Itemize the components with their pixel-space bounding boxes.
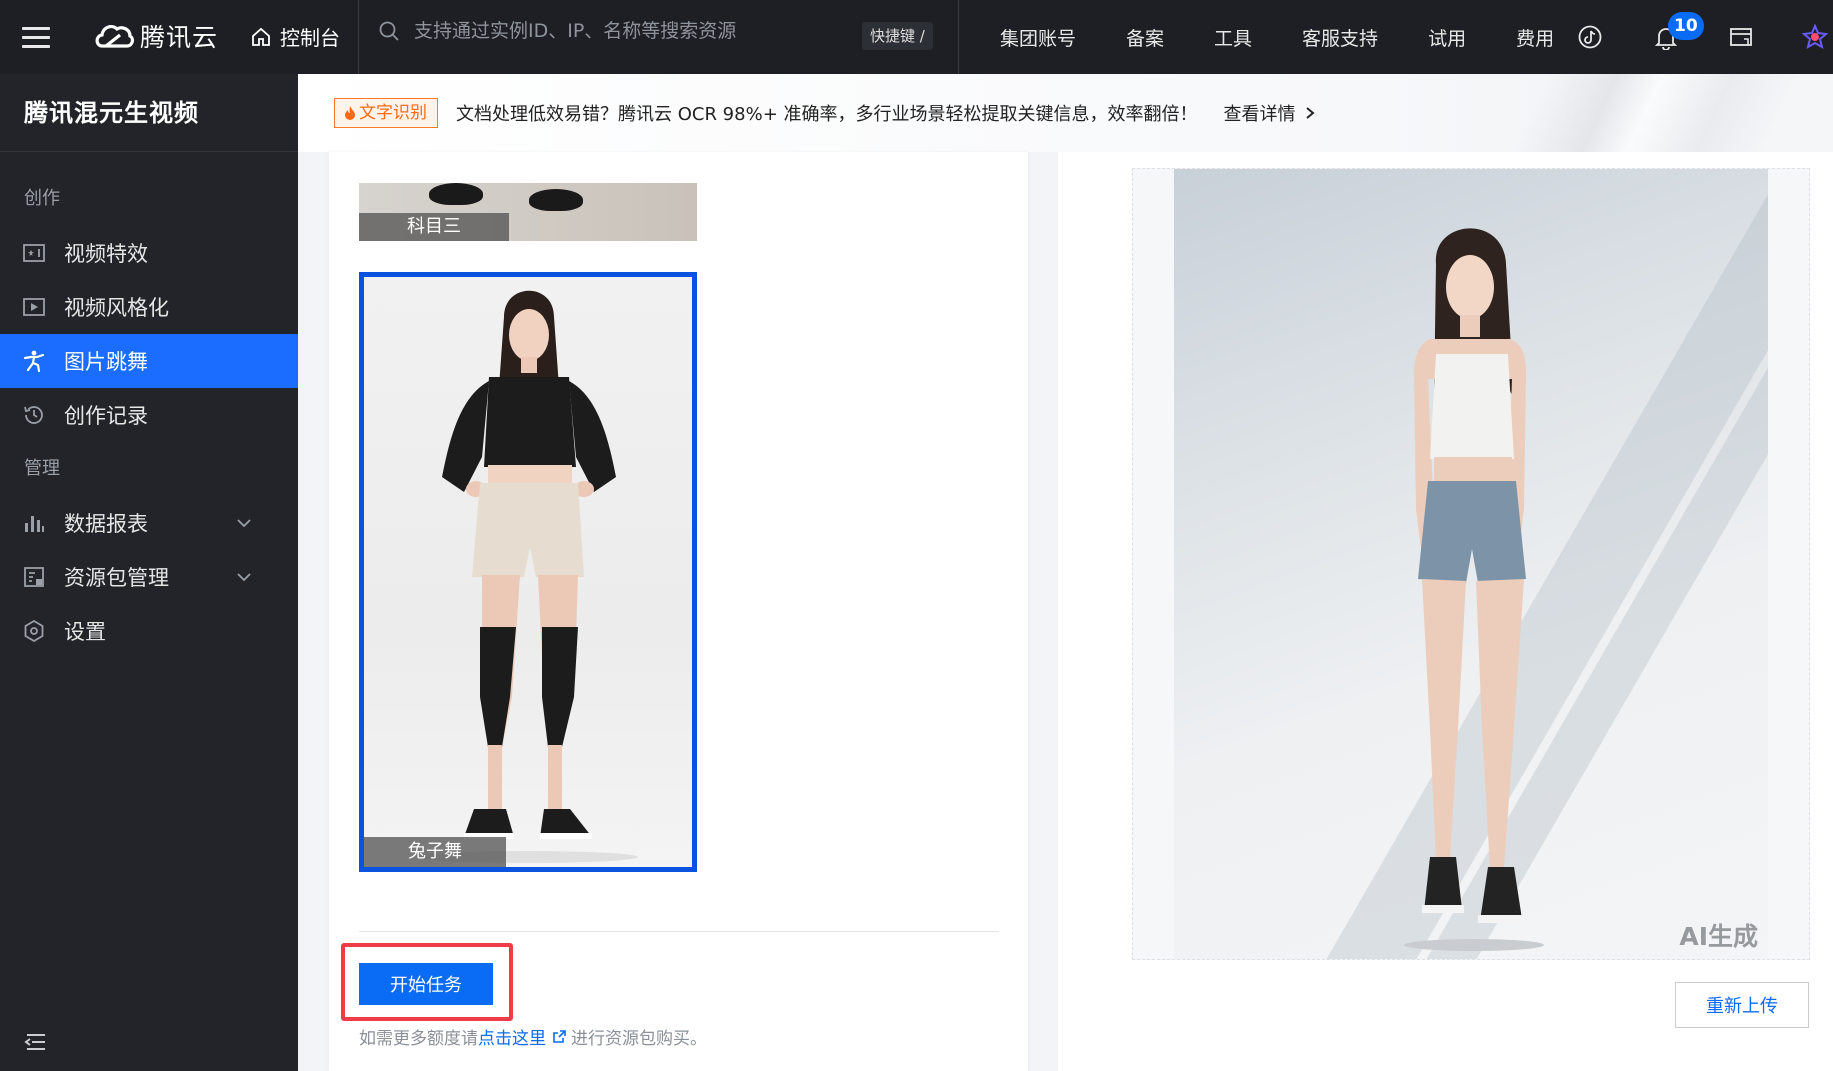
banner-tag: 文字识别 [334, 98, 438, 128]
video-effects-icon [23, 244, 45, 262]
quota-suffix: 进行资源包购买。 [571, 1029, 707, 1049]
buy-package-label: 点击这里 [478, 1029, 546, 1049]
banner-message: 文档处理低效易错？腾讯云 OCR 98%+ 准确率，多行业场景轻松提取关键信息，… [456, 104, 1198, 125]
dancer-illustration [418, 290, 638, 863]
cloud-logo-icon [95, 24, 134, 48]
nav-trial[interactable]: 试用 [1428, 24, 1466, 51]
banner-decoration [1413, 74, 1833, 152]
nav-group-account[interactable]: 集团账号 [1000, 24, 1076, 51]
dance-figure-icon [23, 350, 45, 373]
tencent-cloud-logo[interactable]: 腾讯云 [94, 18, 218, 54]
sidebar-item-image-dance[interactable]: 图片跳舞 [0, 334, 298, 388]
sidebar-item-video-effects[interactable]: 视频特效 [0, 226, 298, 280]
chevron-down-icon [237, 519, 251, 528]
nav-tools[interactable]: 工具 [1214, 24, 1252, 51]
sidebar-item-video-stylize[interactable]: 视频风格化 [0, 280, 298, 334]
sidebar-item-label: 视频风格化 [64, 296, 169, 320]
sidebar-item-reports[interactable]: 数据报表 [0, 496, 298, 550]
template-panel: 科目三 兔子舞 开始任务 如需更多额度请 点击这里 进行资源包购买。 [329, 152, 1028, 1071]
chevron-down-icon [237, 573, 251, 582]
reupload-button[interactable]: 重新上传 [1675, 982, 1809, 1028]
template-card-bunny-dance[interactable]: 兔子舞 [359, 272, 697, 872]
uploaded-photo: AI生成 [1174, 169, 1768, 959]
banner-tag-label: 文字识别 [359, 103, 427, 123]
shoe-shape [429, 183, 483, 205]
external-link-icon [553, 1030, 566, 1043]
quota-prefix: 如需更多额度请 [359, 1029, 478, 1049]
chevron-right-icon [1305, 107, 1315, 119]
sidebar-item-label: 图片跳舞 [64, 350, 148, 374]
sidebar-item-label: 资源包管理 [64, 566, 169, 590]
package-icon [24, 567, 44, 587]
app-switcher-icon[interactable] [1802, 24, 1828, 50]
promo-banner: 文字识别 文档处理低效易错？腾讯云 OCR 98%+ 准确率，多行业场景轻松提取… [298, 74, 1833, 152]
product-title: 腾讯混元生视频 [0, 74, 298, 152]
nav-support[interactable]: 客服支持 [1302, 24, 1378, 51]
banner-link-label: 查看详情 [1223, 104, 1296, 125]
shortcut-hint: 快捷键 / [862, 22, 933, 50]
console-link[interactable]: 控制台 [250, 22, 340, 51]
section-divider [359, 931, 999, 932]
ai-generated-watermark: AI生成 [1679, 922, 1758, 951]
brand-name: 腾讯云 [140, 23, 219, 52]
model-illustration [1404, 228, 1544, 951]
sidebar-item-history[interactable]: 创作记录 [0, 388, 298, 442]
preview-panel: AI生成 重新上传 [1058, 152, 1833, 1071]
sidebar-item-label: 视频特效 [64, 242, 148, 266]
tiktok-icon[interactable] [1577, 24, 1603, 50]
sidebar-item-settings[interactable]: 设置 [0, 604, 298, 658]
top-bar: 腾讯云 控制台 快捷键 / 集团账号 备案 工具 客服支持 试用 费用 10 [0, 0, 1833, 74]
nav-filing[interactable]: 备案 [1126, 24, 1164, 51]
shoe-shape [529, 189, 583, 211]
banner-details-link[interactable]: 查看详情 [1224, 100, 1316, 126]
start-task-button[interactable]: 开始任务 [359, 963, 493, 1005]
search-icon [379, 21, 399, 41]
flame-icon [345, 106, 355, 120]
sidebar-item-label: 创作记录 [64, 404, 148, 428]
collapse-sidebar-icon[interactable] [24, 1031, 48, 1053]
sidebar: 腾讯混元生视频 创作 视频特效 视频风格化 图片跳舞 创作记录 管理 数据报表 … [0, 74, 298, 1071]
home-icon [252, 27, 270, 46]
video-stylize-icon [23, 298, 45, 316]
history-icon [24, 406, 43, 424]
template-label: 兔子舞 [364, 837, 506, 867]
header-divider [958, 0, 959, 74]
notification-badge: 10 [1668, 12, 1704, 40]
sidebar-group-manage: 管理 [24, 458, 60, 479]
header-divider [358, 0, 359, 74]
nav-billing[interactable]: 费用 [1516, 24, 1554, 51]
menu-icon[interactable] [22, 27, 50, 48]
template-card-kemusan[interactable]: 科目三 [359, 183, 697, 241]
uploaded-image-preview: AI生成 [1132, 168, 1810, 960]
quota-hint: 如需更多额度请 点击这里 进行资源包购买。 [359, 1024, 707, 1049]
console-label: 控制台 [280, 26, 340, 50]
settings-icon [24, 619, 44, 643]
bar-chart-icon [25, 516, 44, 532]
template-label: 科目三 [359, 213, 509, 241]
buy-package-link[interactable]: 点击这里 [478, 1024, 571, 1049]
billing-card-icon[interactable] [1728, 24, 1754, 50]
sidebar-item-label: 数据报表 [64, 512, 148, 536]
resource-search [378, 20, 844, 42]
top-nav: 集团账号 备案 工具 客服支持 试用 费用 [1000, 0, 1604, 74]
search-input[interactable] [414, 20, 844, 42]
sidebar-item-packages[interactable]: 资源包管理 [0, 550, 298, 604]
sidebar-group-create: 创作 [24, 188, 60, 209]
sidebar-item-label: 设置 [64, 620, 106, 644]
